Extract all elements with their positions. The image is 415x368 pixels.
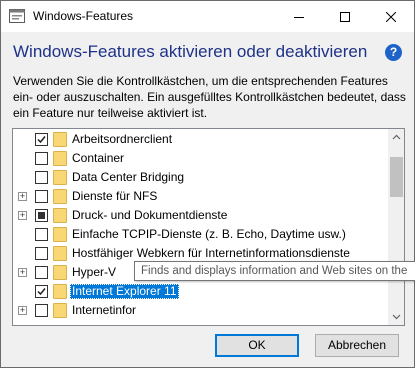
- feature-checkbox[interactable]: [35, 190, 48, 203]
- folder-icon: [53, 208, 67, 223]
- feature-checkbox[interactable]: [35, 228, 48, 241]
- minimize-button[interactable]: [276, 1, 322, 32]
- feature-label[interactable]: Einfache TCPIP-Dienste (z. B. Echo, Dayt…: [70, 227, 348, 242]
- feature-label[interactable]: Arbeitsordnerclient: [70, 132, 174, 147]
- vertical-scrollbar[interactable]: [388, 129, 404, 325]
- feature-label[interactable]: Data Center Bridging: [70, 170, 186, 185]
- feature-row[interactable]: Internet Explorer 11: [13, 282, 388, 301]
- feature-checkbox[interactable]: [35, 266, 48, 279]
- feature-row[interactable]: Container: [13, 149, 388, 168]
- folder-icon: [53, 170, 67, 185]
- feature-checkbox[interactable]: [35, 171, 48, 184]
- feature-label[interactable]: Druck- und Dokumentdienste: [70, 208, 229, 223]
- close-icon: [386, 11, 396, 22]
- folder-icon: [53, 132, 67, 147]
- windows-features-app-icon: [9, 9, 25, 23]
- checkmark-icon: [37, 136, 46, 144]
- expand-icon[interactable]: +: [18, 192, 27, 201]
- folder-icon: [53, 227, 67, 242]
- folder-icon: [53, 284, 67, 299]
- features-tree[interactable]: Arbeitsordnerclient Container Data Center …: [12, 128, 405, 326]
- feature-label[interactable]: Hostfähiger Webkern für Internetinformat…: [70, 246, 352, 261]
- scroll-down-arrow-icon: [392, 314, 401, 320]
- ok-button[interactable]: OK: [215, 334, 299, 357]
- expand-icon[interactable]: +: [18, 268, 27, 277]
- feature-row[interactable]: + Druck- und Dokumentdienste: [13, 206, 388, 225]
- help-icon[interactable]: ?: [385, 44, 402, 61]
- folder-icon: [53, 303, 67, 318]
- folder-icon: [53, 151, 67, 166]
- scroll-down-button[interactable]: [388, 308, 404, 325]
- maximize-icon: [340, 11, 350, 22]
- feature-label[interactable]: Hyper-V: [70, 265, 118, 280]
- feature-checkbox[interactable]: [35, 247, 48, 260]
- windows-features-dialog: Windows-Features Windows-Features aktivi…: [0, 0, 415, 368]
- description-text: Verwenden Sie die Kontrollkästchen, um d…: [13, 74, 406, 120]
- maximize-button[interactable]: [322, 1, 368, 32]
- feature-row[interactable]: Data Center Bridging: [13, 168, 388, 187]
- feature-label[interactable]: Internet Explorer 11: [70, 284, 179, 299]
- expand-icon[interactable]: +: [18, 211, 27, 220]
- scroll-up-button[interactable]: [388, 129, 404, 146]
- title-bar[interactable]: Windows-Features: [1, 1, 414, 32]
- feature-checkbox[interactable]: [35, 133, 48, 146]
- cancel-button[interactable]: Abbrechen: [315, 334, 399, 357]
- feature-checkbox[interactable]: [35, 285, 48, 298]
- scroll-up-arrow-icon: [392, 134, 401, 140]
- folder-icon: [53, 189, 67, 204]
- expand-icon[interactable]: +: [18, 306, 27, 315]
- scroll-thumb[interactable]: [390, 157, 403, 197]
- dialog-content: Windows-Features aktivieren oder deaktiv…: [1, 32, 414, 367]
- feature-checkbox[interactable]: [35, 152, 48, 165]
- feature-label[interactable]: Dienste für NFS: [70, 189, 159, 204]
- feature-row[interactable]: Arbeitsordnerclient: [13, 130, 388, 149]
- feature-row[interactable]: + Dienste für NFS: [13, 187, 388, 206]
- close-button[interactable]: [368, 1, 414, 32]
- feature-row[interactable]: + Internetinfor: [13, 301, 388, 320]
- feature-label[interactable]: Container: [70, 151, 126, 166]
- folder-icon: [53, 265, 67, 280]
- window-title: Windows-Features: [33, 9, 134, 23]
- feature-label[interactable]: Internetinfor: [70, 303, 138, 318]
- tooltip: Finds and displays information and Web s…: [134, 261, 415, 281]
- minimize-icon: [294, 16, 304, 18]
- feature-row[interactable]: Einfache TCPIP-Dienste (z. B. Echo, Dayt…: [13, 225, 388, 244]
- feature-checkbox[interactable]: [35, 304, 48, 317]
- checkmark-icon: [37, 288, 46, 296]
- dialog-heading: Windows-Features aktivieren oder deaktiv…: [13, 42, 368, 61]
- feature-checkbox[interactable]: [35, 209, 48, 222]
- folder-icon: [53, 246, 67, 261]
